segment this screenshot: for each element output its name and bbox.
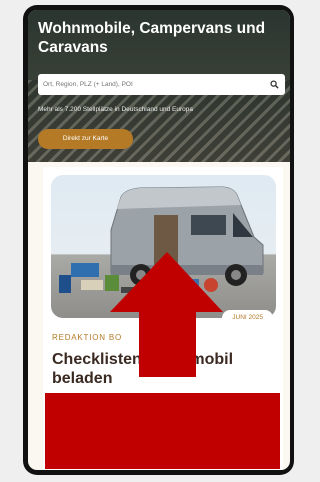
hero-section: Wohnmobile, Campervans und Caravans Mehr… (28, 10, 290, 162)
search-icon[interactable] (270, 80, 279, 89)
hero-title: Wohnmobile, Campervans und Caravans (38, 20, 266, 56)
viewport: Wohnmobile, Campervans und Caravans Mehr… (0, 0, 294, 482)
article-title[interactable]: Checklisten Wohnmobil beladen (52, 350, 282, 388)
article-card[interactable]: JUNI 2025 REDAKTION BO Checklisten Wohnm… (43, 167, 283, 470)
phone-frame: Wohnmobile, Campervans und Caravans Mehr… (23, 5, 294, 475)
search-bar[interactable] (38, 74, 285, 95)
map-button[interactable]: Direkt zur Karte (38, 129, 133, 149)
phone-screen: Wohnmobile, Campervans und Caravans Mehr… (28, 10, 290, 470)
article-image[interactable] (51, 175, 276, 318)
article-date-badge: JUNI 2025 (222, 310, 273, 326)
campervan-illustration (59, 186, 264, 293)
article-category[interactable]: REDAKTION BO (52, 333, 122, 342)
hero-subtitle: Mehr als 7.200 Stellplätze in Deutschlan… (38, 106, 194, 113)
search-input[interactable] (38, 74, 263, 95)
